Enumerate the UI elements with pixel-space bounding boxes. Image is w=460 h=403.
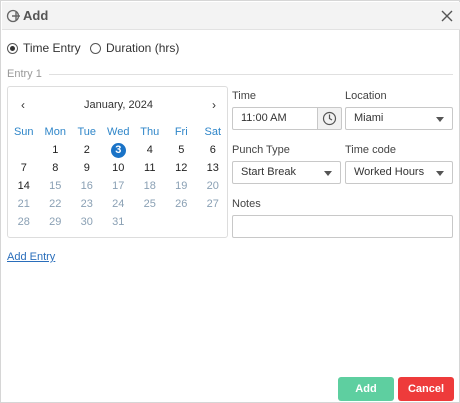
calendar-day[interactable]: 25 — [134, 195, 166, 213]
radio-time-entry-label: Time Entry — [23, 41, 81, 55]
weekday-header-row: Sun Mon Tue Wed Thu Fri Sat — [8, 123, 229, 141]
weekday-header: Wed — [107, 126, 130, 138]
calendar-day[interactable]: 4 — [134, 141, 166, 159]
time-code-value: Worked Hours — [354, 166, 425, 178]
calendar-day[interactable]: 15 — [40, 177, 72, 195]
calendar-day[interactable]: 8 — [40, 159, 72, 177]
time-code-label: Time code — [345, 144, 396, 156]
time-picker-button[interactable] — [317, 107, 342, 130]
calendar-week-row: 7 8 9 10 11 12 13 — [8, 159, 229, 177]
radio-duration-dot[interactable] — [90, 42, 101, 54]
punch-type-label: Punch Type — [232, 144, 290, 156]
calendar-day[interactable]: 5 — [166, 141, 198, 159]
calendar-day[interactable]: 18 — [134, 177, 166, 195]
clock-icon — [322, 111, 337, 126]
calendar-day[interactable]: 27 — [197, 195, 229, 213]
add-circle-icon — [6, 9, 20, 23]
cancel-button[interactable]: Cancel — [398, 377, 454, 401]
calendar-week-row: 28 29 30 31 — [8, 213, 229, 231]
caret-down-icon — [436, 171, 444, 176]
calendar-grid: Sun Mon Tue Wed Thu Fri Sat 1 2 3 4 5 6 7 8 9 10 11 12 13 14… — [8, 123, 229, 231]
calendar-day[interactable]: 13 — [197, 159, 229, 177]
calendar-day[interactable]: 7 — [8, 159, 40, 177]
next-month-button[interactable]: › — [208, 99, 220, 111]
time-code-select[interactable]: Worked Hours — [345, 161, 453, 184]
radio-time-entry-dot[interactable] — [7, 42, 18, 54]
calendar-empty-cell — [166, 213, 198, 231]
location-label: Location — [345, 90, 387, 102]
caret-down-icon — [436, 117, 444, 122]
weekday-header: Sat — [204, 126, 221, 138]
weekday-header: Fri — [174, 126, 188, 138]
time-label: Time — [232, 90, 257, 102]
notes-input[interactable] — [232, 215, 453, 238]
calendar-day[interactable]: 21 — [8, 195, 40, 213]
calendar-day[interactable]: 31 — [103, 213, 135, 231]
calendar-day[interactable]: 11 — [134, 159, 166, 177]
calendar-empty-cell — [134, 213, 166, 231]
date-calendar: ‹ January, 2024 › Sun Mon Tue Wed Thu Fri Sat 1… — [7, 86, 228, 238]
calendar-day[interactable]: 6 — [197, 141, 229, 159]
punch-type-value: Start Break — [241, 166, 297, 178]
punch-type-select[interactable]: Start Break — [232, 161, 341, 184]
calendar-week-row: 123456 — [8, 141, 229, 159]
time-input[interactable]: 11:00 AM — [232, 107, 318, 130]
section-divider — [49, 74, 453, 75]
radio-duration-label: Duration (hrs) — [106, 41, 180, 55]
dialog-title: Add — [23, 8, 49, 23]
radio-duration[interactable]: Duration (hrs) — [90, 41, 179, 55]
calendar-day[interactable]: 28 — [8, 213, 40, 231]
add-button[interactable]: Add — [338, 377, 394, 401]
location-value: Miami — [354, 112, 384, 124]
calendar-week-row: 14 15 16 17 18 19 20 — [8, 177, 229, 195]
calendar-month-title: January, 2024 — [84, 99, 153, 111]
calendar-day-selected[interactable]: 3 — [103, 141, 135, 159]
calendar-day[interactable]: 29 — [40, 213, 72, 231]
entry-section-label: Entry 1 — [7, 68, 42, 80]
calendar-empty-cell — [197, 213, 229, 231]
close-icon[interactable] — [440, 9, 454, 23]
calendar-week-row: 21 22 23 24 25 26 27 — [8, 195, 229, 213]
calendar-day[interactable]: 17 — [103, 177, 135, 195]
calendar-day[interactable]: 2 — [71, 141, 103, 159]
calendar-day[interactable]: 22 — [40, 195, 72, 213]
calendar-day[interactable]: 23 — [71, 195, 103, 213]
radio-time-entry[interactable]: Time Entry — [7, 41, 81, 55]
calendar-day[interactable]: 9 — [71, 159, 103, 177]
weekday-header: Mon — [44, 126, 66, 138]
calendar-day[interactable]: 20 — [197, 177, 229, 195]
selected-day-number: 3 — [110, 143, 126, 158]
weekday-header: Thu — [140, 126, 160, 138]
calendar-day[interactable]: 26 — [166, 195, 198, 213]
dialog-titlebar: Add — [2, 2, 460, 30]
calendar-day[interactable]: 12 — [166, 159, 198, 177]
add-entry-link[interactable]: Add Entry — [7, 251, 55, 263]
calendar-day[interactable]: 19 — [166, 177, 198, 195]
add-dialog: Add Time Entry Duration (hrs) Entry 1 ‹ … — [0, 0, 460, 403]
calendar-day[interactable]: 24 — [103, 195, 135, 213]
weekday-header: Tue — [77, 126, 97, 138]
calendar-day[interactable]: 10 — [103, 159, 135, 177]
calendar-day[interactable]: 30 — [71, 213, 103, 231]
calendar-empty-cell — [8, 141, 40, 159]
notes-label: Notes — [232, 198, 261, 210]
calendar-day[interactable]: 14 — [8, 177, 40, 195]
calendar-day[interactable]: 1 — [40, 141, 72, 159]
calendar-day[interactable]: 16 — [71, 177, 103, 195]
weekday-header: Sun — [13, 126, 34, 138]
caret-down-icon — [324, 171, 332, 176]
location-select[interactable]: Miami — [345, 107, 453, 130]
